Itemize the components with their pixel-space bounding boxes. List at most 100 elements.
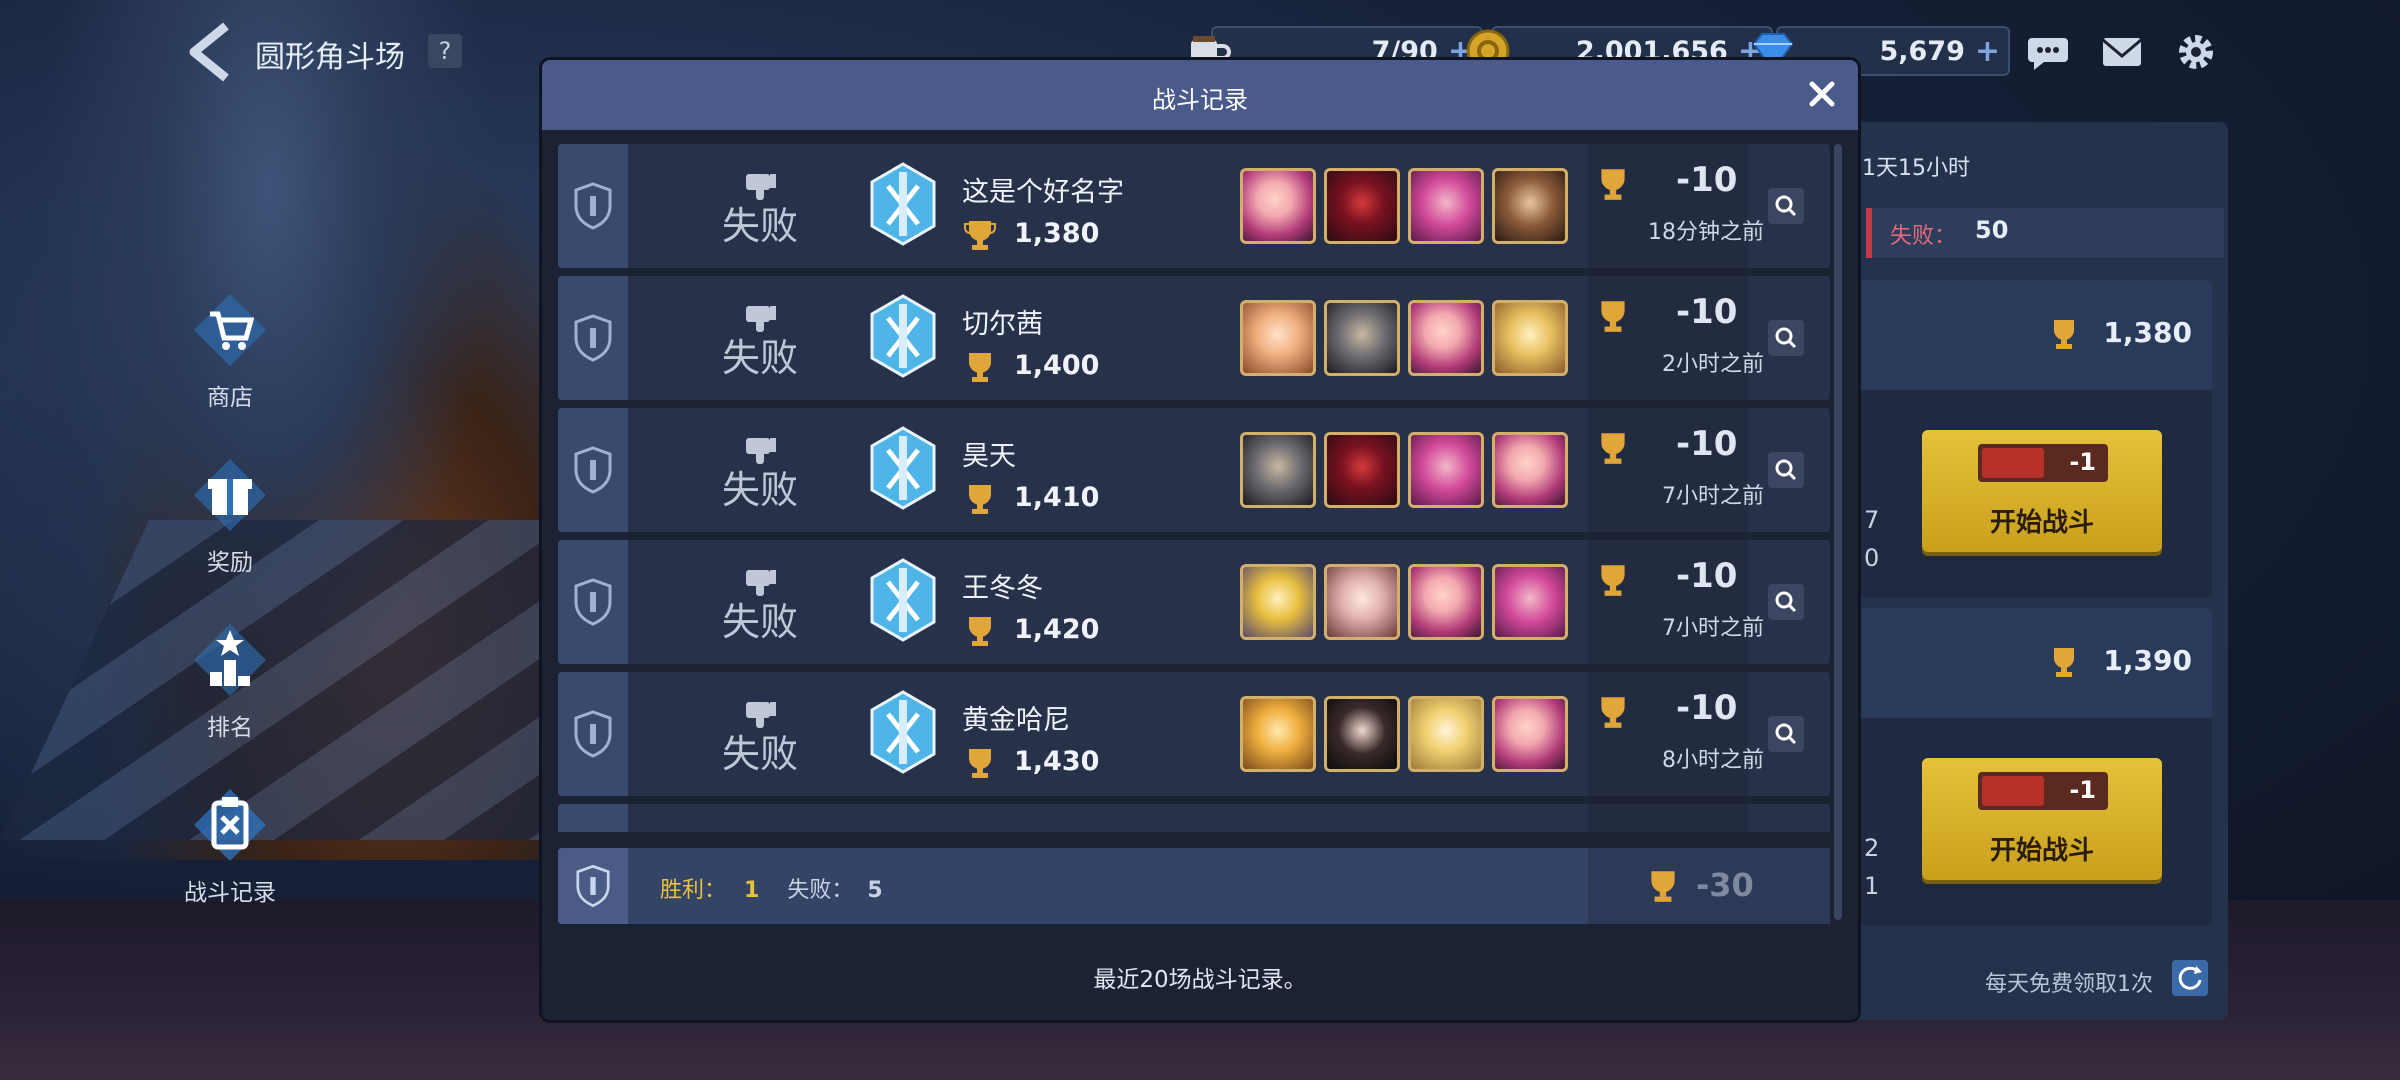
trophy-change-value: -10 xyxy=(1676,424,1738,464)
hero-portrait[interactable] xyxy=(1408,696,1484,772)
hero-portrait[interactable] xyxy=(1324,564,1400,640)
hero-portrait[interactable] xyxy=(1240,564,1316,640)
trophy-icon xyxy=(969,749,991,778)
total-trophy-change: -30 xyxy=(1696,866,1754,904)
opponent-stat: 2 xyxy=(1864,834,1880,862)
defense-marker xyxy=(558,276,628,400)
battle-result-text: 失败 xyxy=(721,468,798,512)
hero-portrait[interactable] xyxy=(1408,300,1484,376)
trophy-icon xyxy=(969,485,991,514)
summary-marker xyxy=(558,848,628,924)
win-count: 1 xyxy=(744,878,760,903)
rank-badge-icon xyxy=(870,294,936,378)
ticket-cost-value: -1 xyxy=(2069,776,2096,804)
opponent-stat: 7 xyxy=(1864,506,1880,534)
shopping-cart-icon xyxy=(194,294,266,366)
hero-portrait[interactable] xyxy=(1324,168,1400,244)
opponent-score: 1,420 xyxy=(1014,614,1100,645)
battle-result-text: 失败 xyxy=(721,732,798,776)
hero-portrait[interactable] xyxy=(1408,432,1484,508)
ticket-icon xyxy=(1982,448,2044,478)
hero-portrait[interactable] xyxy=(1492,432,1568,508)
trophy-icon xyxy=(964,221,996,250)
hero-portrait[interactable] xyxy=(1408,168,1484,244)
shield-icon xyxy=(574,446,612,494)
hero-portrait[interactable] xyxy=(1492,564,1568,640)
close-icon xyxy=(1809,81,1835,107)
magnifier-icon xyxy=(1775,459,1797,481)
list-scrollbar[interactable] xyxy=(1834,144,1842,920)
sidebar-item-rewards[interactable]: 奖励 xyxy=(175,455,285,577)
defense-marker xyxy=(558,804,628,832)
battle-time: 8小时之前 xyxy=(1662,748,1764,773)
hero-portrait[interactable] xyxy=(1492,300,1568,376)
sidebar-item-ranking[interactable]: 排名 xyxy=(175,620,285,742)
hero-portrait[interactable] xyxy=(1492,696,1568,772)
chat-button[interactable] xyxy=(2026,30,2070,74)
battle-time: 2小时之前 xyxy=(1662,352,1764,377)
battle-record-row[interactable]: 失败 王冬冬 1,420 -10 7小时之前 xyxy=(558,540,1830,664)
chevron-left-icon xyxy=(189,22,229,82)
hero-portrait[interactable] xyxy=(1324,696,1400,772)
hero-portrait[interactable] xyxy=(1240,300,1316,376)
sidebar-item-battle-log[interactable]: 战斗记录 xyxy=(175,785,285,907)
sidebar-item-shop[interactable]: 商店 xyxy=(175,290,285,412)
thumbs-down-icon xyxy=(746,438,776,464)
rank-badge-icon xyxy=(870,162,936,246)
battle-record-row[interactable]: 失败 昊天 1,410 -10 7小时之前 xyxy=(558,408,1830,532)
view-details-button[interactable] xyxy=(1768,188,1804,224)
opponent-score: 1,410 xyxy=(1014,482,1100,513)
refresh-icon xyxy=(2178,966,2202,990)
hero-portrait[interactable] xyxy=(1324,432,1400,508)
opponent-name: 切尔茜 xyxy=(962,309,1043,340)
opponent-score: 1,380 xyxy=(1014,218,1100,249)
hero-portrait[interactable] xyxy=(1324,300,1400,376)
back-button[interactable] xyxy=(180,20,238,84)
battle-record-row[interactable] xyxy=(558,804,1830,832)
view-details-button[interactable] xyxy=(1768,320,1804,356)
hero-portrait[interactable] xyxy=(1408,564,1484,640)
chat-bubble-icon xyxy=(2028,38,2068,70)
shield-icon xyxy=(576,864,610,908)
battle-summary-bar: 胜利： 1 失败： 5 -30 xyxy=(558,848,1830,924)
start-battle-button[interactable]: -1 开始战斗 xyxy=(1922,430,2162,552)
defense-marker xyxy=(558,672,628,796)
mail-button[interactable] xyxy=(2100,30,2144,74)
opponent-stat: 1 xyxy=(1864,872,1880,900)
battle-record-row[interactable]: 失败 切尔茜 1,400 -10 2小时之前 xyxy=(558,276,1830,400)
battle-result: 失败 xyxy=(700,304,820,378)
opponent-score: 1,430 xyxy=(1014,746,1100,777)
settings-button[interactable] xyxy=(2174,30,2218,74)
battle-record-row[interactable]: 失败 黄金哈尼 1,430 -10 8小时之前 xyxy=(558,672,1830,796)
page-title: 圆形角斗场 xyxy=(255,40,405,75)
trophy-change-value: -10 xyxy=(1676,160,1738,200)
ticket-cost: -1 xyxy=(1978,772,2108,810)
trophy-icon xyxy=(1601,169,1625,200)
rank-badge-icon xyxy=(870,690,936,774)
opponent-name: 黄金哈尼 xyxy=(962,705,1070,736)
battle-result-text: 失败 xyxy=(721,600,798,644)
view-details-button[interactable] xyxy=(1768,584,1804,620)
win-loss-summary: 胜利： 1 失败： 5 xyxy=(660,872,883,904)
loss-count: 5 xyxy=(867,878,883,903)
hero-portrait[interactable] xyxy=(1492,168,1568,244)
start-battle-button[interactable]: -1 开始战斗 xyxy=(1922,758,2162,880)
view-details-button[interactable] xyxy=(1768,716,1804,752)
hero-portrait[interactable] xyxy=(1240,696,1316,772)
sidebar-item-label: 排名 xyxy=(207,715,253,741)
gem-add-button[interactable]: + xyxy=(1975,34,2000,69)
clipboard-icon xyxy=(194,789,266,861)
trophy-icon xyxy=(1601,565,1625,596)
battle-record-row[interactable]: 失败 这是个好名字 1,380 -10 18分钟之前 xyxy=(558,144,1830,268)
refresh-button[interactable] xyxy=(2172,960,2208,996)
close-button[interactable] xyxy=(1802,74,1842,114)
help-button[interactable]: ? xyxy=(428,34,462,68)
view-details-button[interactable] xyxy=(1768,452,1804,488)
trophy-change-box xyxy=(1588,804,1748,832)
loss-count-value: 50 xyxy=(1975,216,2009,244)
hero-portrait[interactable] xyxy=(1240,432,1316,508)
trophy-change-value: -10 xyxy=(1676,556,1738,596)
battle-record-list[interactable]: 失败 这是个好名字 1,380 -10 18分钟之前 失败 切尔茜 1,400 … xyxy=(558,144,1830,832)
opponent-card-header: 1,380 xyxy=(1860,280,2212,390)
hero-portrait[interactable] xyxy=(1240,168,1316,244)
